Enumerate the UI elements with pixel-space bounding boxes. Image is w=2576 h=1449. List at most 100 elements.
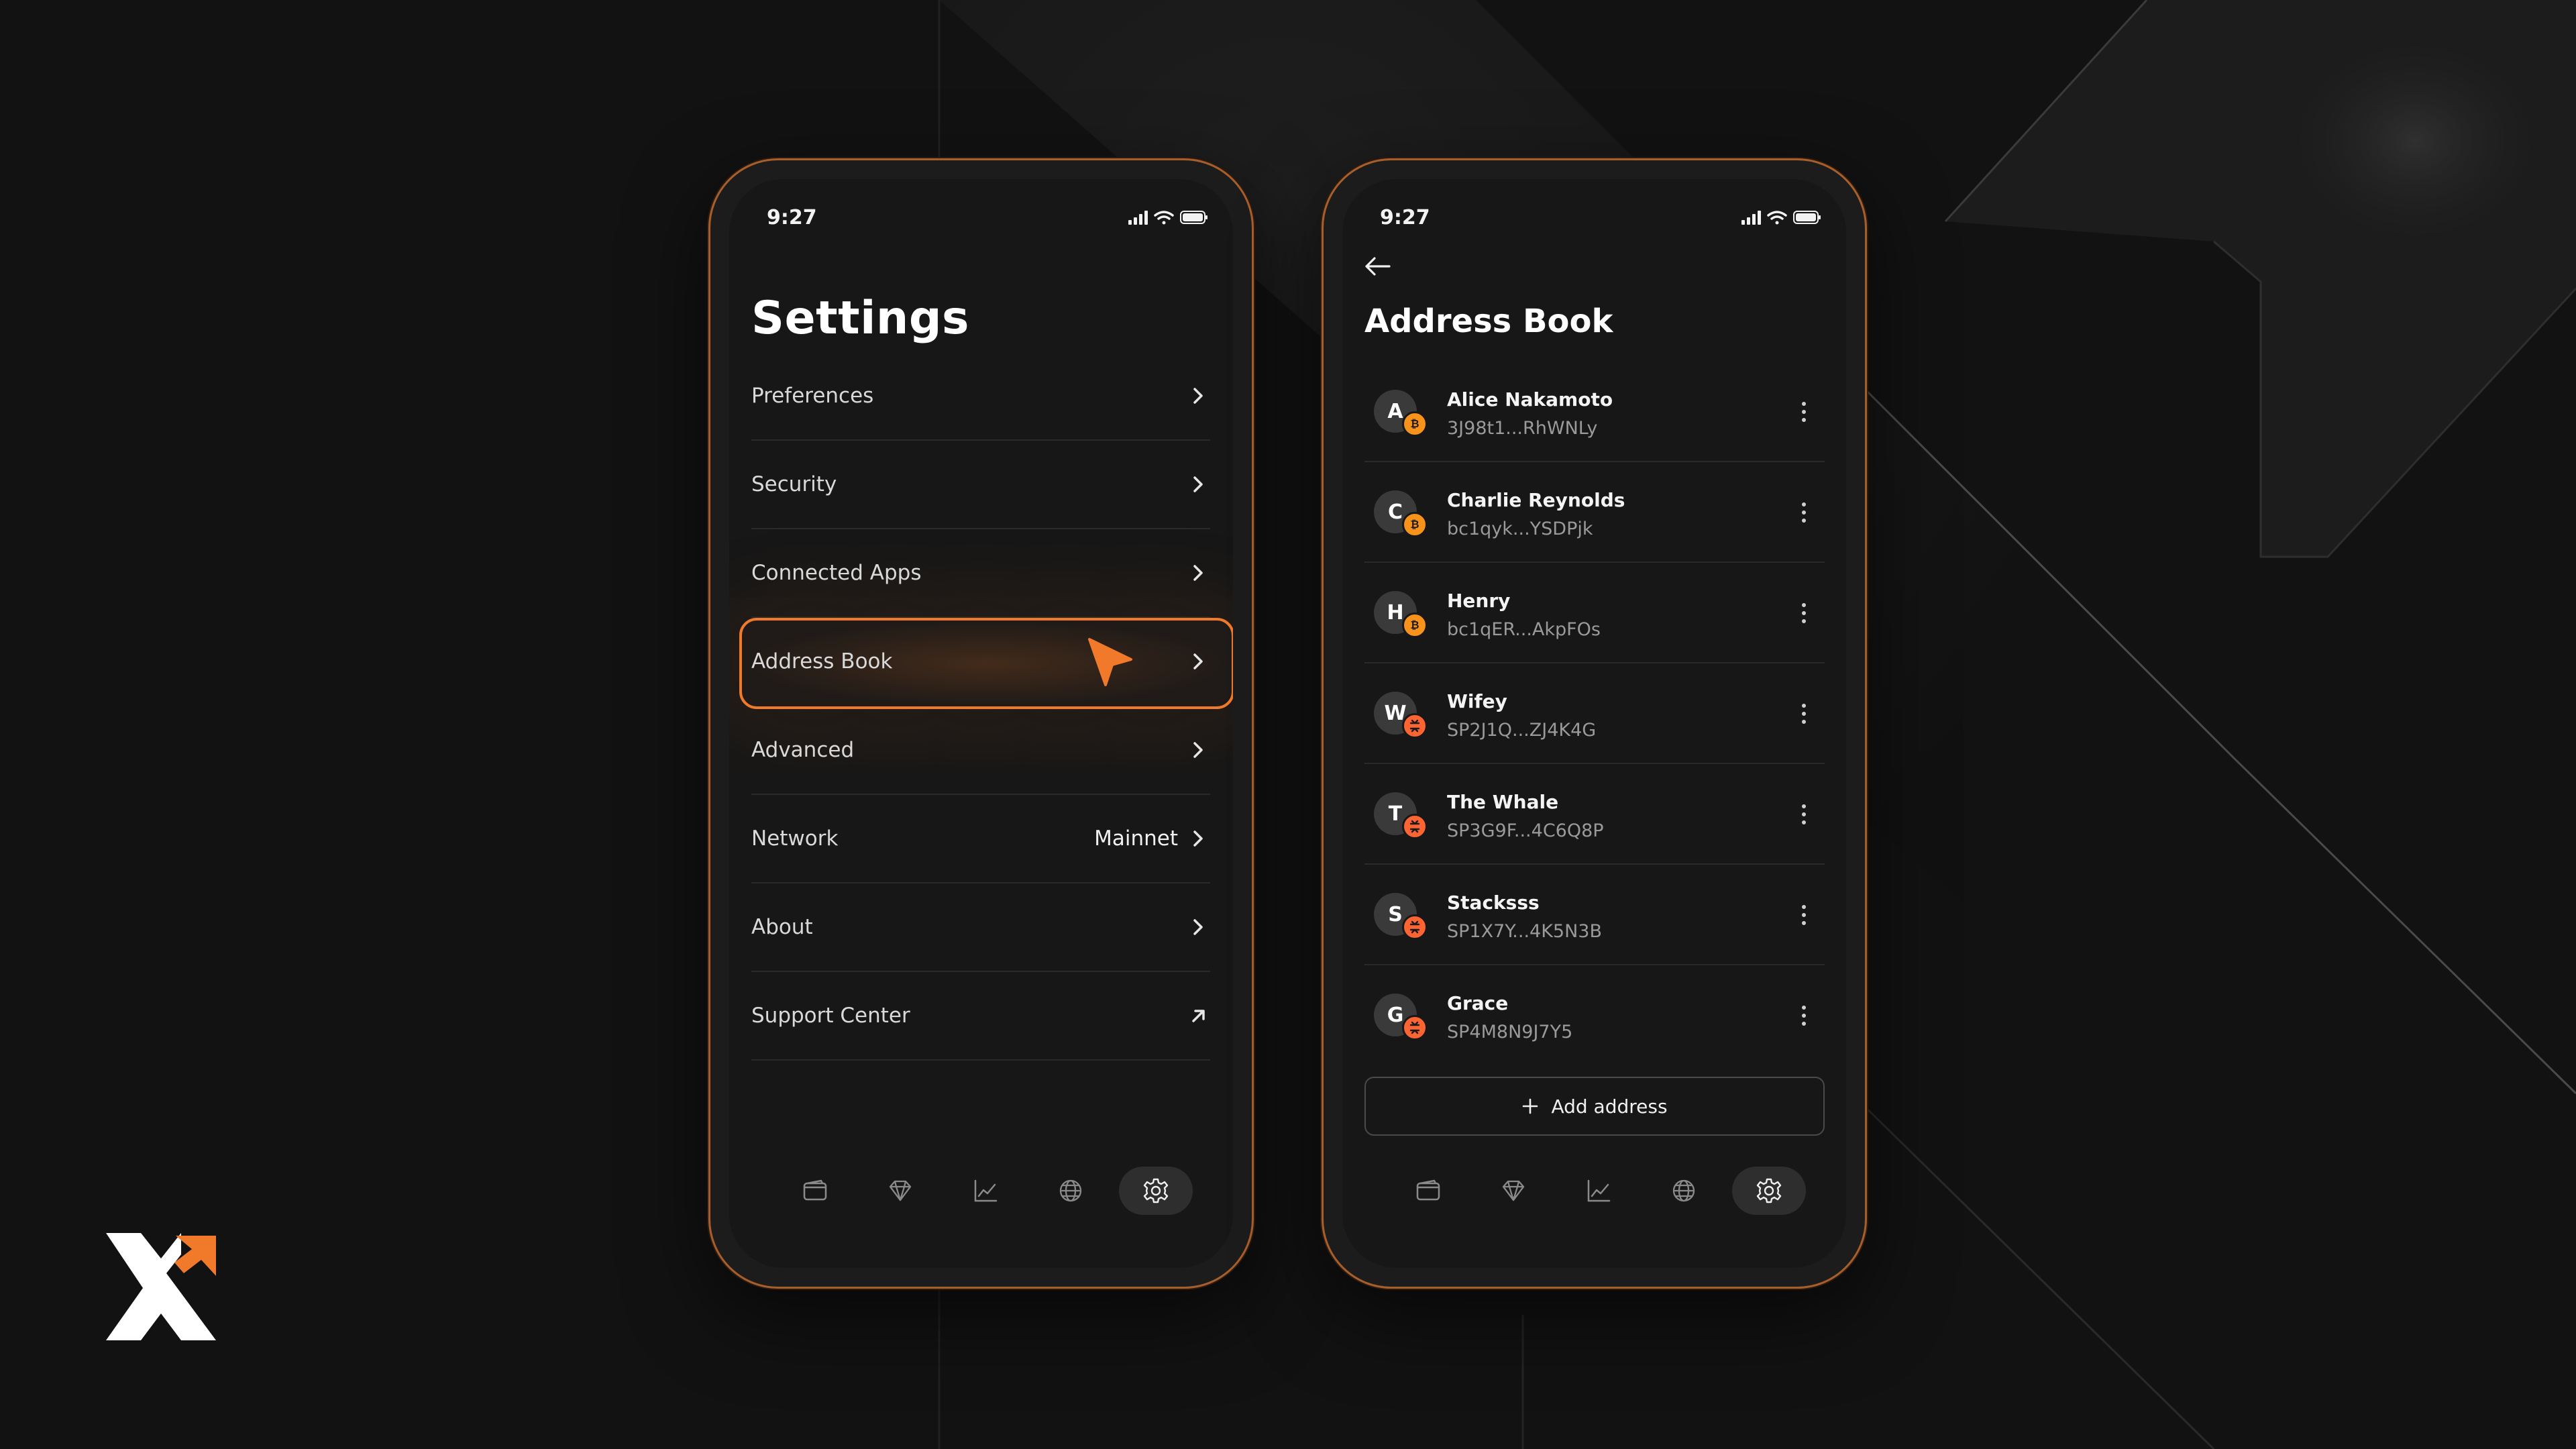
contact-row[interactable]: G Grace SP4M8N9J7Y5 (1364, 965, 1825, 1066)
bottom-tab-bar (1342, 1167, 1846, 1220)
more-options-icon[interactable] (1801, 398, 1807, 425)
status-bar-icons (1128, 211, 1208, 225)
stacks-icon (1402, 713, 1428, 739)
contact-name: Henry (1447, 590, 1511, 612)
settings-item-address-book[interactable]: Address Book (751, 618, 1210, 706)
more-options-icon[interactable] (1801, 700, 1807, 727)
diamond-icon (1502, 1180, 1525, 1201)
contact-name: The Whale (1447, 791, 1559, 813)
contact-address: SP3G9F...4C6Q8P (1447, 820, 1604, 841)
contact-name: Stacksss (1447, 892, 1540, 914)
contact-address: SP1X7Y...4K5N3B (1447, 921, 1603, 942)
more-options-icon[interactable] (1801, 902, 1807, 928)
contact-list: A ₿ Alice Nakamoto 3J98t1...RhWNLy C ₿ C… (1364, 362, 1825, 1066)
contact-address: 3J98t1...RhWNLy (1447, 418, 1598, 439)
tab-wallet[interactable] (778, 1167, 852, 1215)
settings-item-support-center[interactable]: Support Center (751, 972, 1210, 1061)
tab-activity[interactable] (949, 1167, 1022, 1215)
bitcoin-icon: ₿ (1402, 612, 1428, 638)
wallet-icon (803, 1179, 827, 1201)
settings-item-label: Support Center (751, 1004, 910, 1028)
signal-icon (1128, 211, 1148, 225)
settings-item-label: Connected Apps (751, 561, 922, 585)
contact-row[interactable]: T The Whale SP3G9F...4C6Q8P (1364, 764, 1825, 865)
gear-icon (1143, 1178, 1169, 1203)
back-arrow-icon[interactable] (1362, 253, 1393, 280)
settings-item-label: Network (751, 826, 839, 851)
contact-name: Alice Nakamoto (1447, 388, 1613, 411)
tab-activity[interactable] (1562, 1167, 1635, 1215)
settings-item-network[interactable]: Network Mainnet (751, 795, 1210, 883)
contact-row[interactable]: S Stacksss SP1X7Y...4K5N3B (1364, 865, 1825, 965)
more-options-icon[interactable] (1801, 600, 1807, 627)
globe-icon (1059, 1179, 1082, 1202)
stacks-icon (1402, 914, 1428, 940)
battery-icon (1180, 211, 1208, 224)
contact-address: SP2J1Q...ZJ4K4G (1447, 720, 1597, 741)
status-time: 9:27 (1380, 206, 1430, 229)
add-address-button[interactable]: Add address (1364, 1077, 1825, 1136)
chevron-right-icon (1193, 388, 1203, 404)
tab-wallet[interactable] (1391, 1167, 1465, 1215)
more-options-icon[interactable] (1801, 1002, 1807, 1029)
settings-item-label: Advanced (751, 738, 855, 762)
address-book-phone: 9:27 Address Book A ₿ Alice Nakamoto 3J9… (1322, 158, 1867, 1289)
contact-address: bc1qyk...YSDPjk (1447, 519, 1593, 539)
bottom-tab-bar (729, 1167, 1233, 1220)
contact-row[interactable]: A ₿ Alice Nakamoto 3J98t1...RhWNLy (1364, 362, 1825, 462)
settings-item-preferences[interactable]: Preferences (751, 352, 1210, 441)
more-options-icon[interactable] (1801, 801, 1807, 828)
page-title: Address Book (1364, 303, 1613, 340)
stacks-icon (1402, 814, 1428, 839)
chevron-right-icon (1193, 919, 1203, 935)
settings-list: Preferences Security Connected Apps Addr… (739, 352, 1233, 1061)
plus-icon (1523, 1098, 1538, 1114)
settings-item-connected-apps[interactable]: Connected Apps (751, 529, 1210, 618)
tab-settings[interactable] (1119, 1167, 1193, 1215)
contact-row[interactable]: W Wifey SP2J1Q...ZJ4K4G (1364, 663, 1825, 764)
tab-collectibles[interactable] (1477, 1167, 1550, 1215)
contact-name: Wifey (1447, 690, 1507, 712)
diamond-icon (889, 1180, 912, 1201)
chart-icon (1587, 1179, 1611, 1202)
more-options-icon[interactable] (1801, 499, 1807, 526)
tab-collectibles[interactable] (863, 1167, 937, 1215)
contact-name: Grace (1447, 992, 1509, 1014)
status-bar-icons (1741, 211, 1821, 225)
battery-icon (1793, 211, 1821, 224)
settings-phone: 9:27 Settings Preferences Security Conne… (708, 158, 1254, 1289)
settings-item-label: Security (751, 472, 837, 496)
network-value: Mainnet (1094, 826, 1178, 851)
settings-item-about[interactable]: About (751, 883, 1210, 972)
cursor-pointer-icon (1088, 638, 1132, 686)
chevron-right-icon (1193, 742, 1203, 758)
brand-logo (106, 1233, 216, 1340)
signal-icon (1741, 211, 1761, 225)
settings-item-label: Preferences (751, 384, 874, 408)
stacks-icon (1402, 1015, 1428, 1040)
wifi-icon (1154, 211, 1174, 225)
settings-item-label: About (751, 915, 813, 939)
tab-explore[interactable] (1647, 1167, 1721, 1215)
tab-explore[interactable] (1034, 1167, 1108, 1215)
settings-item-security[interactable]: Security (751, 441, 1210, 529)
settings-item-label: Address Book (751, 649, 893, 674)
contact-address: bc1qER...AkpFOs (1447, 619, 1601, 640)
settings-item-advanced[interactable]: Advanced (751, 706, 1210, 795)
contact-address: SP4M8N9J7Y5 (1447, 1022, 1573, 1042)
chevron-right-icon (1193, 830, 1203, 847)
gear-icon (1756, 1178, 1782, 1203)
external-link-icon (1192, 1010, 1205, 1022)
bitcoin-icon: ₿ (1402, 512, 1428, 537)
chart-icon (974, 1179, 998, 1202)
chevron-right-icon (1193, 476, 1203, 492)
address-book-screen: 9:27 Address Book A ₿ Alice Nakamoto 3J9… (1342, 179, 1846, 1268)
tab-settings[interactable] (1732, 1167, 1806, 1215)
chevron-right-icon (1193, 653, 1203, 669)
chevron-right-icon (1193, 565, 1203, 581)
wallet-icon (1416, 1179, 1440, 1201)
bitcoin-icon: ₿ (1402, 411, 1428, 437)
contact-row[interactable]: C ₿ Charlie Reynolds bc1qyk...YSDPjk (1364, 462, 1825, 563)
contact-row[interactable]: H ₿ Henry bc1qER...AkpFOs (1364, 563, 1825, 663)
settings-screen: 9:27 Settings Preferences Security Conne… (729, 179, 1233, 1268)
